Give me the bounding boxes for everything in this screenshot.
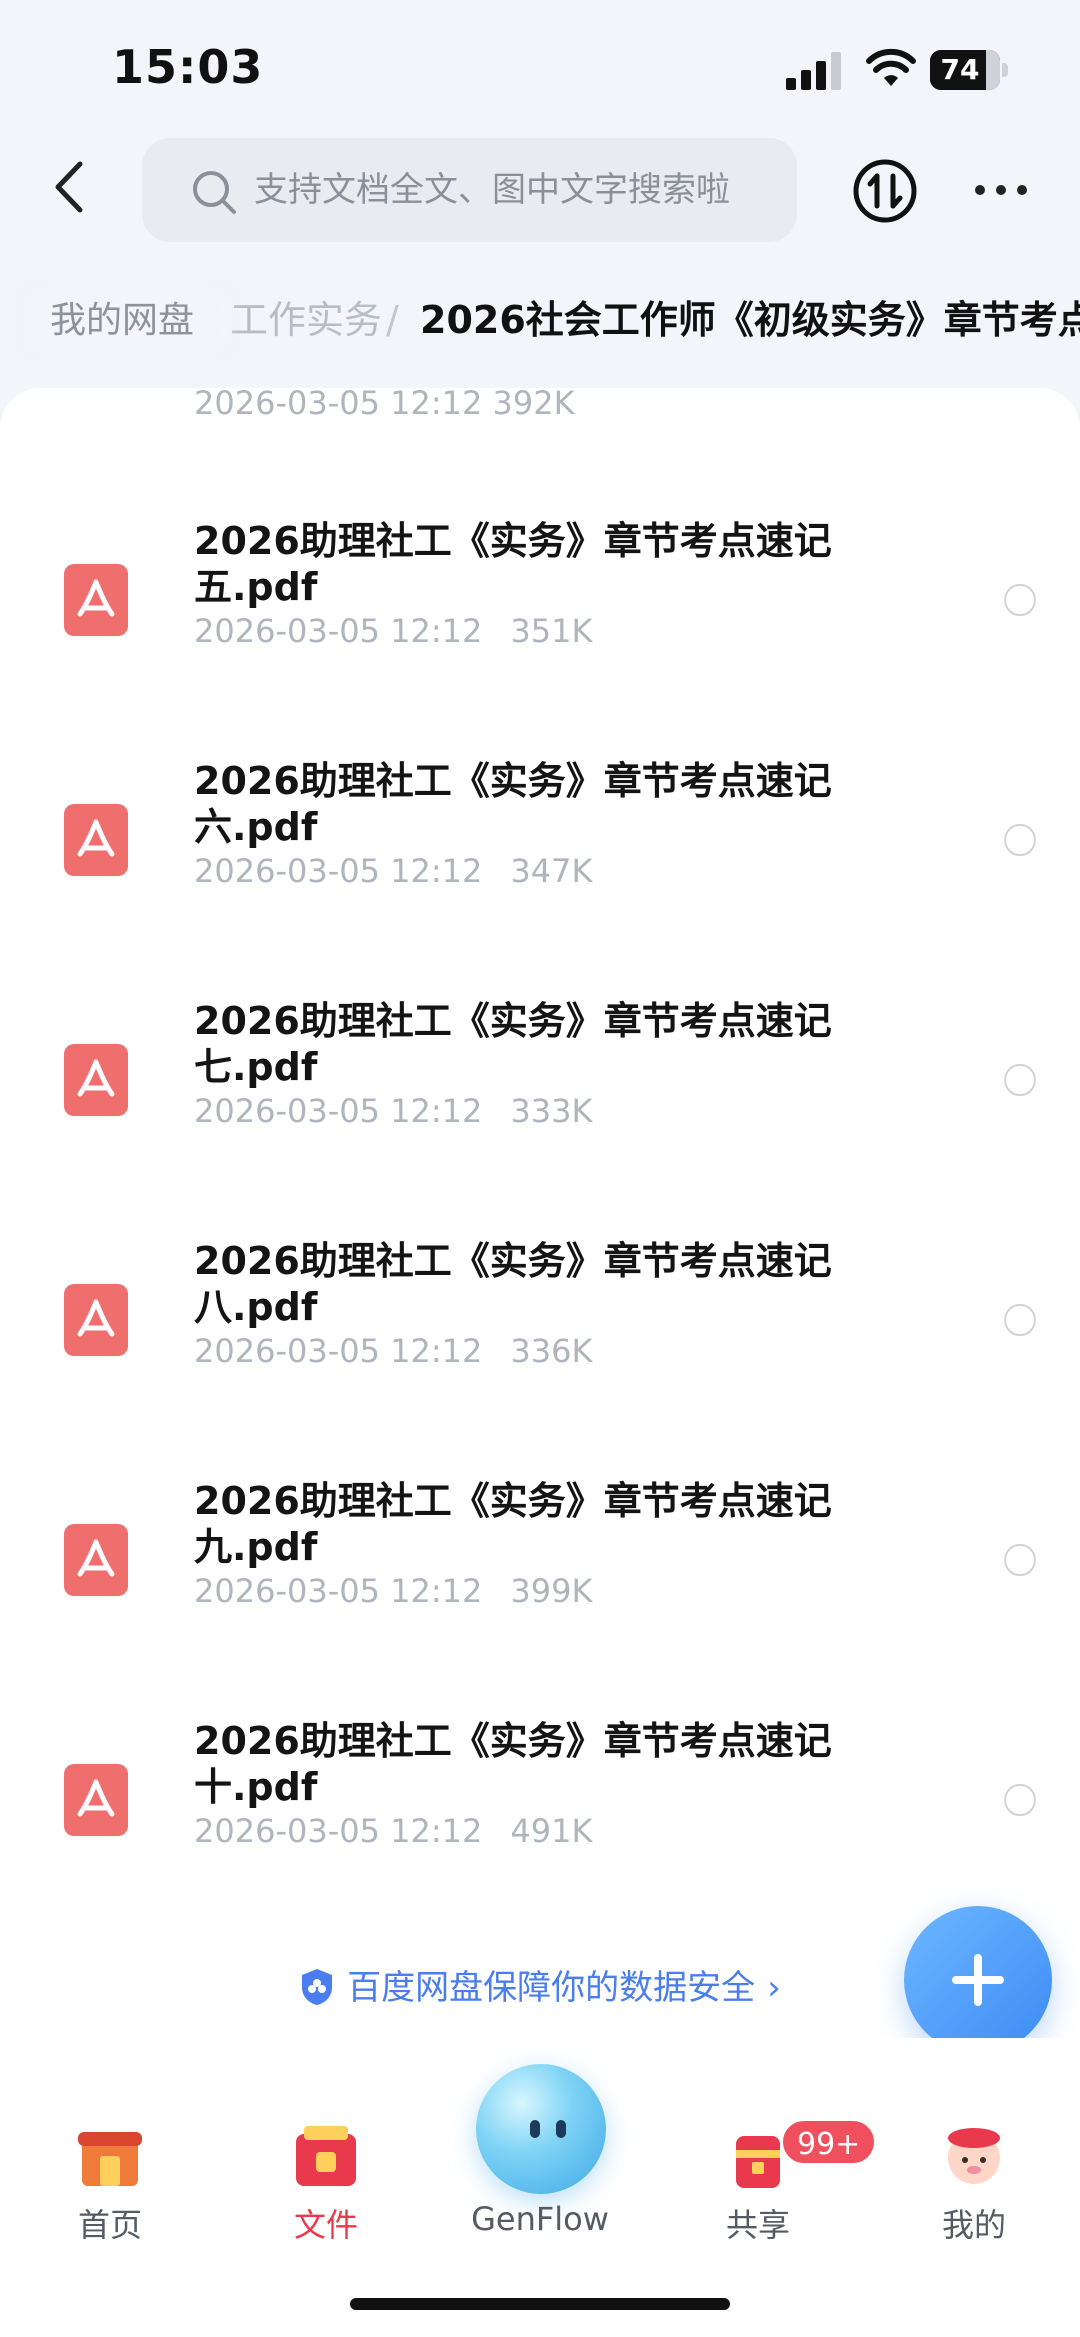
file-size: 351K (510, 612, 593, 650)
file-name: 2026助理社工《实务》章节考点速记十.pdf (194, 1719, 832, 1809)
breadcrumb-current-folder: 2026社会工作师《初级实务》章节考点 (420, 298, 1080, 342)
breadcrumb-root[interactable]: 我的网盘 (24, 288, 221, 354)
select-checkbox[interactable] (1004, 1784, 1036, 1816)
file-date: 2026-03-05 12:12 (194, 1332, 483, 1370)
transfer-list-icon[interactable] (852, 158, 918, 224)
file-name: 2026助理社工《实务》章节考点速记八.pdf (194, 1239, 832, 1329)
tab-home[interactable]: 首页 (30, 2120, 190, 2250)
files-folder-icon (296, 2126, 356, 2186)
file-meta: 2026-03-05 12:12 333K (194, 1092, 592, 1130)
select-checkbox[interactable] (1004, 824, 1036, 856)
file-meta: 2026-03-05 12:12 336K (194, 1332, 592, 1370)
profile-avatar-icon (948, 2128, 1000, 2184)
file-meta: 2026-03-05 12:12 351K (194, 612, 592, 650)
partial-row-meta: 2026-03-05 12:12 392K (194, 388, 575, 422)
file-row[interactable]: 2026助理社工《实务》章节考点速记八.pdf 2026-03-05 12:12… (0, 1174, 1080, 1413)
pdf-file-icon (64, 564, 128, 636)
tab-me[interactable]: 我的 (894, 2120, 1054, 2250)
file-meta: 2026-03-05 12:12 347K (194, 852, 592, 890)
select-checkbox[interactable] (1004, 1304, 1036, 1336)
file-name: 2026助理社工《实务》章节考点速记七.pdf (194, 999, 832, 1089)
file-size: 347K (510, 852, 593, 890)
file-row[interactable]: 2026助理社工《实务》章节考点速记九.pdf 2026-03-05 12:12… (0, 1414, 1080, 1653)
file-row[interactable]: 2026助理社工《实务》章节考点速记六.pdf 2026-03-05 12:12… (0, 694, 1080, 933)
security-notice-text: 百度网盘保障你的数据安全 (347, 1968, 756, 2008)
select-checkbox[interactable] (1004, 1544, 1036, 1576)
tab-home-label: 首页 (77, 2206, 142, 2244)
file-meta: 2026-03-05 12:12 399K (194, 1572, 592, 1610)
pdf-file-icon (64, 1524, 128, 1596)
back-arrow-icon[interactable] (50, 158, 90, 216)
breadcrumb-separator: / (386, 298, 399, 342)
battery-indicator: 74 (930, 50, 1008, 90)
file-date: 2026-03-05 12:12 (194, 1092, 483, 1130)
file-date: 2026-03-05 12:12 (194, 612, 483, 650)
select-checkbox[interactable] (1004, 1064, 1036, 1096)
genflow-orb-icon[interactable] (476, 2064, 606, 2194)
pdf-file-icon (64, 1044, 128, 1116)
file-size: 333K (510, 1092, 593, 1130)
breadcrumb: 工作实务 / 2026社会工作师《初级实务》章节考点 我的网盘 (0, 280, 1080, 360)
file-row[interactable]: 2026助理社工《实务》章节考点速记五.pdf 2026-03-05 12:12… (0, 454, 1080, 693)
tab-files-label: 文件 (293, 2206, 358, 2244)
file-date: 2026-03-05 12:12 (194, 852, 483, 890)
bottom-tab-bar: 首页 文件 GenFlow 共享 99+ 我的 (0, 2038, 1080, 2337)
file-name: 2026助理社工《实务》章节考点速记六.pdf (194, 759, 832, 849)
select-checkbox[interactable] (1004, 584, 1036, 616)
home-icon (78, 2132, 142, 2186)
tab-files[interactable]: 文件 (246, 2120, 406, 2250)
status-time: 15:03 (112, 40, 264, 94)
status-bar: 15:03 74 (0, 0, 1080, 130)
file-meta: 2026-03-05 12:12 491K (194, 1812, 592, 1850)
file-size: 399K (510, 1572, 593, 1610)
tab-share-label: 共享 (725, 2206, 790, 2244)
file-row[interactable]: 2026助理社工《实务》章节考点速记十.pdf 2026-03-05 12:12… (0, 1654, 1080, 1893)
file-date: 2026-03-05 12:12 (194, 1572, 483, 1610)
file-size: 336K (510, 1332, 593, 1370)
file-date: 2026-03-05 12:12 (194, 1812, 483, 1850)
shield-icon (302, 1968, 333, 2005)
file-name: 2026助理社工《实务》章节考点速记五.pdf (194, 519, 832, 609)
pdf-file-icon (64, 1284, 128, 1356)
search-icon (193, 171, 236, 214)
breadcrumb-parent[interactable]: 工作实务 (230, 280, 382, 360)
tab-me-label: 我的 (941, 2206, 1006, 2244)
chevron-right-icon: › (767, 1968, 781, 2008)
file-row[interactable]: 2026助理社工《实务》章节考点速记七.pdf 2026-03-05 12:12… (0, 934, 1080, 1173)
pdf-file-icon (64, 804, 128, 876)
battery-percent: 74 (940, 53, 980, 86)
add-button[interactable] (904, 1906, 1052, 2054)
home-indicator (350, 2298, 730, 2310)
file-size: 491K (510, 1812, 593, 1850)
file-name: 2026助理社工《实务》章节考点速记九.pdf (194, 1479, 832, 1569)
pdf-file-icon (64, 1764, 128, 1836)
cellular-signal-icon (786, 52, 841, 90)
file-list: 2026-03-05 12:12 392K 2026助理社工《实务》章节考点速记… (0, 388, 1080, 2038)
search-placeholder: 支持文档全文、图中文字搜索啦 (254, 170, 730, 210)
tab-genflow-label[interactable]: GenFlow (440, 2200, 640, 2238)
more-options-icon[interactable] (972, 170, 1030, 210)
wifi-icon (866, 48, 916, 86)
search-input[interactable]: 支持文档全文、图中文字搜索啦 (142, 138, 797, 242)
share-notification-badge: 99+ (780, 2118, 878, 2166)
